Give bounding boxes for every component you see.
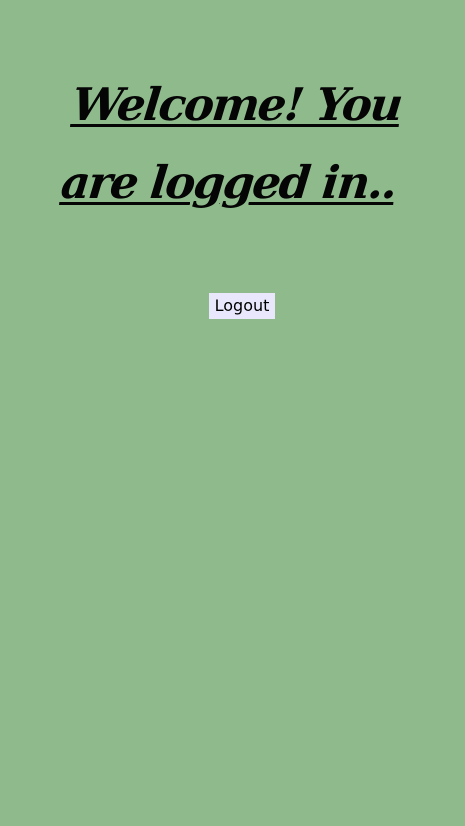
logout-button[interactable]: Logout: [209, 293, 275, 319]
logged-in-page: Welcome! You are logged in.. Logout: [0, 0, 465, 826]
welcome-heading: Welcome! You are logged in..: [58, 78, 404, 209]
